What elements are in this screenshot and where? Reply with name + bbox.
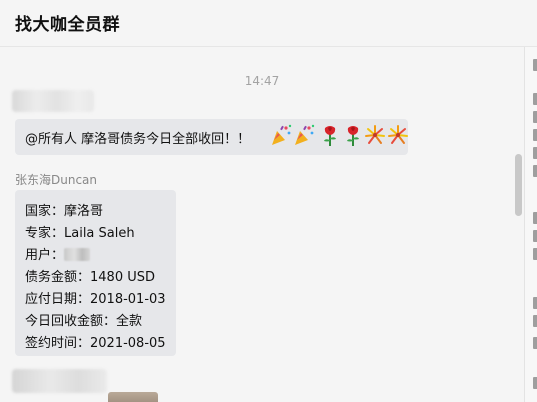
side-panel-text-fragment — [533, 59, 537, 71]
user-label: 用户： — [25, 248, 65, 263]
chat-header: 找大咖全员群 — [0, 0, 537, 47]
amount-line: 债务金额：1480 USD — [25, 270, 155, 285]
message-list[interactable]: 14:47 @所有人 摩洛哥债务今日全部收回！！ 张东海Duncan 国家：摩洛… — [0, 47, 524, 402]
firework-icon — [365, 125, 385, 144]
due-date-line: 应付日期：2018-01-03 — [25, 292, 166, 307]
country-line: 国家：摩洛哥 — [25, 204, 104, 219]
side-panel-text-fragment — [533, 212, 537, 224]
party-popper-icon — [295, 124, 315, 145]
side-panel-text-fragment — [533, 147, 537, 159]
blurred-sender-name — [12, 369, 107, 393]
message-bubble-debt-info[interactable]: 国家：摩洛哥 专家：Laila Saleh 用户： 债务金额：1480 USD … — [15, 190, 176, 356]
expert-line: 专家：Laila Saleh — [25, 226, 135, 241]
signed-line: 签约时间：2021-08-05 — [25, 336, 166, 351]
side-panel-text-fragment — [533, 129, 537, 141]
side-panel-edge — [524, 47, 537, 402]
chat-window: 找大咖全员群 14:47 @所有人 摩洛哥债务今日全部收回！！ 张东海Dunca… — [0, 0, 537, 402]
side-panel-text-fragment — [533, 248, 537, 260]
firework-icon — [388, 125, 408, 144]
scrollbar-thumb[interactable] — [515, 154, 522, 216]
side-panel-text-fragment — [533, 165, 537, 177]
sender-name[interactable]: 张东海Duncan — [15, 171, 97, 188]
side-panel-text-fragment — [533, 297, 537, 309]
side-panel-text-fragment — [533, 337, 537, 349]
side-panel-text-fragment — [533, 93, 537, 105]
message-text: @所有人 摩洛哥债务今日全部收回！！ — [25, 132, 251, 147]
image-message-thumbnail[interactable] — [108, 392, 158, 402]
recovered-line: 今日回收金额：全款 — [25, 314, 143, 329]
blurred-user-value — [64, 248, 91, 261]
side-panel-text-fragment — [533, 315, 537, 327]
user-line: 用户： — [25, 244, 91, 263]
party-popper-icon — [272, 124, 292, 145]
rose-icon — [347, 126, 359, 146]
side-panel-text-fragment — [533, 230, 537, 242]
side-panel-text-fragment — [533, 377, 537, 389]
scrollbar-track[interactable] — [512, 60, 524, 402]
side-panel-text-fragment — [533, 111, 537, 123]
message-timestamp: 14:47 — [244, 74, 280, 88]
blurred-sender-name — [12, 90, 94, 112]
group-title: 找大咖全员群 — [15, 15, 120, 35]
message-bubble-announcement[interactable]: @所有人 摩洛哥债务今日全部收回！！ — [15, 119, 408, 155]
rose-icon — [324, 126, 336, 146]
